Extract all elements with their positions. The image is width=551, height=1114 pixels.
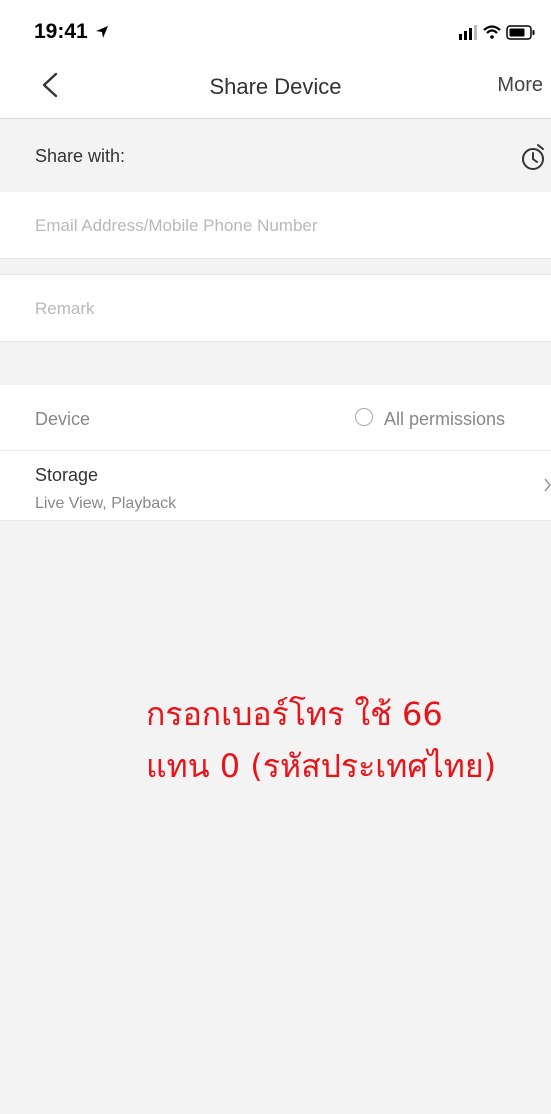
signal-icon xyxy=(459,25,477,40)
annotation-note: กรอกเบอร์โทร ใช้ 66 แทน 0 (รหัสประเทศไทย… xyxy=(146,688,546,792)
share-with-row: Share with: xyxy=(0,119,551,192)
page-title: Share Device xyxy=(209,74,342,99)
annotation-line-1: กรอกเบอร์โทร ใช้ 66 xyxy=(146,695,443,733)
status-time: 19:41 xyxy=(34,20,88,43)
email-phone-input[interactable]: Email Address/Mobile Phone Number xyxy=(0,192,551,259)
annotation-line-2: แทน 0 (รหัสประเทศไทย) xyxy=(146,747,497,785)
more-button[interactable]: More xyxy=(497,74,543,97)
battery-icon xyxy=(506,25,535,40)
nav-bar: Share Device More xyxy=(0,54,551,119)
email-phone-placeholder: Email Address/Mobile Phone Number xyxy=(35,216,318,235)
device-label: Device xyxy=(35,409,91,429)
location-arrow-icon xyxy=(96,26,108,38)
all-permissions-radio[interactable] xyxy=(355,408,373,426)
wifi-icon xyxy=(483,25,501,39)
storage-title: Storage xyxy=(35,465,99,485)
chevron-right-icon xyxy=(544,478,551,492)
device-header-row: Device All permissions xyxy=(0,385,551,451)
remark-placeholder: Remark xyxy=(35,299,95,318)
storage-permissions: Live View, Playback xyxy=(35,495,177,512)
remark-input[interactable]: Remark xyxy=(0,274,551,342)
all-permissions-label[interactable]: All permissions xyxy=(384,409,505,430)
status-icons xyxy=(459,25,535,40)
storage-row[interactable]: Storage Live View, Playback xyxy=(0,451,551,521)
share-with-label: Share with: xyxy=(35,146,126,166)
status-bar: 19:41 xyxy=(0,0,551,54)
timer-icon[interactable] xyxy=(520,142,546,172)
